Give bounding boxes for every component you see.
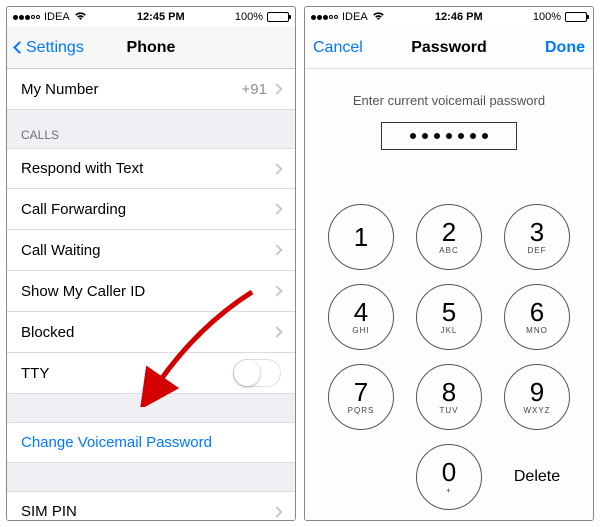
change-voicemail-password-cell[interactable]: Change Voicemail Password bbox=[7, 422, 295, 463]
key-1[interactable]: 1 bbox=[328, 204, 394, 270]
status-bar: IDEA 12:46 PM 100% bbox=[305, 7, 593, 27]
wifi-icon bbox=[74, 11, 87, 24]
battery-icon bbox=[267, 12, 289, 22]
call-forwarding-cell[interactable]: Call Forwarding bbox=[7, 189, 295, 230]
battery-icon bbox=[565, 12, 587, 22]
chevron-right-icon bbox=[271, 326, 282, 337]
cell-label: Change Voicemail Password bbox=[21, 434, 281, 451]
cell-label: Call Waiting bbox=[21, 242, 273, 259]
tty-cell[interactable]: TTY bbox=[7, 353, 295, 394]
battery-pct-label: 100% bbox=[235, 11, 263, 23]
password-prompt: Enter current voicemail password bbox=[353, 93, 545, 108]
calls-header: CALLS bbox=[7, 110, 295, 148]
chevron-right-icon bbox=[271, 244, 282, 255]
clock-label: 12:45 PM bbox=[137, 11, 185, 23]
battery-pct-label: 100% bbox=[533, 11, 561, 23]
phone-settings-screen: IDEA 12:45 PM 100% Settings Phone My Num… bbox=[6, 6, 296, 521]
cell-label: SIM PIN bbox=[21, 503, 273, 520]
back-button[interactable]: Settings bbox=[15, 39, 95, 57]
done-button[interactable]: Done bbox=[505, 39, 585, 57]
password-body: Enter current voicemail password 1 2ABC … bbox=[305, 69, 593, 520]
tty-toggle[interactable] bbox=[233, 359, 281, 387]
password-input[interactable] bbox=[381, 122, 517, 150]
key-6[interactable]: 6MNO bbox=[504, 284, 570, 350]
page-title: Password bbox=[411, 39, 487, 57]
done-label: Done bbox=[545, 39, 585, 57]
back-label: Settings bbox=[26, 39, 84, 57]
numeric-keypad: 1 2ABC 3DEF 4GHI 5JKL 6MNO 7PQRS 8TUV 9W… bbox=[324, 204, 574, 516]
key-5[interactable]: 5JKL bbox=[416, 284, 482, 350]
settings-list: My Number +91 CALLS Respond with Text Ca… bbox=[7, 69, 295, 520]
wifi-icon bbox=[372, 11, 385, 24]
key-4[interactable]: 4GHI bbox=[328, 284, 394, 350]
chevron-right-icon bbox=[271, 506, 282, 517]
status-bar: IDEA 12:45 PM 100% bbox=[7, 7, 295, 27]
chevron-right-icon bbox=[271, 83, 282, 94]
clock-label: 12:46 PM bbox=[435, 11, 483, 23]
blocked-cell[interactable]: Blocked bbox=[7, 312, 295, 353]
call-waiting-cell[interactable]: Call Waiting bbox=[7, 230, 295, 271]
cell-label: TTY bbox=[21, 365, 233, 382]
chevron-left-icon bbox=[13, 41, 26, 54]
carrier-label: IDEA bbox=[44, 11, 70, 23]
my-number-value: +91 bbox=[242, 81, 267, 98]
signal-dots-icon bbox=[311, 15, 338, 20]
show-my-caller-id-cell[interactable]: Show My Caller ID bbox=[7, 271, 295, 312]
cancel-label: Cancel bbox=[313, 39, 363, 57]
cell-label: My Number bbox=[21, 81, 242, 98]
nav-bar: Cancel Password Done bbox=[305, 27, 593, 69]
nav-bar: Settings Phone bbox=[7, 27, 295, 69]
carrier-label: IDEA bbox=[342, 11, 368, 23]
cell-label: Show My Caller ID bbox=[21, 283, 273, 300]
cell-label: Respond with Text bbox=[21, 160, 273, 177]
cell-label: Blocked bbox=[21, 324, 273, 341]
key-2[interactable]: 2ABC bbox=[416, 204, 482, 270]
sim-pin-cell[interactable]: SIM PIN bbox=[7, 491, 295, 520]
key-7[interactable]: 7PQRS bbox=[328, 364, 394, 430]
key-9[interactable]: 9WXYZ bbox=[504, 364, 570, 430]
phone-password-screen: IDEA 12:46 PM 100% Cancel Password Done … bbox=[304, 6, 594, 521]
respond-with-text-cell[interactable]: Respond with Text bbox=[7, 148, 295, 189]
chevron-right-icon bbox=[271, 203, 282, 214]
cell-label: Call Forwarding bbox=[21, 201, 273, 218]
cancel-button[interactable]: Cancel bbox=[313, 39, 393, 57]
chevron-right-icon bbox=[271, 285, 282, 296]
chevron-right-icon bbox=[271, 163, 282, 174]
key-8[interactable]: 8TUV bbox=[416, 364, 482, 430]
key-delete[interactable]: Delete bbox=[504, 444, 570, 510]
key-0[interactable]: 0+ bbox=[416, 444, 482, 510]
my-number-cell[interactable]: My Number +91 bbox=[7, 69, 295, 110]
key-empty bbox=[328, 444, 394, 510]
page-title: Phone bbox=[127, 39, 176, 57]
key-3[interactable]: 3DEF bbox=[504, 204, 570, 270]
signal-dots-icon bbox=[13, 15, 40, 20]
